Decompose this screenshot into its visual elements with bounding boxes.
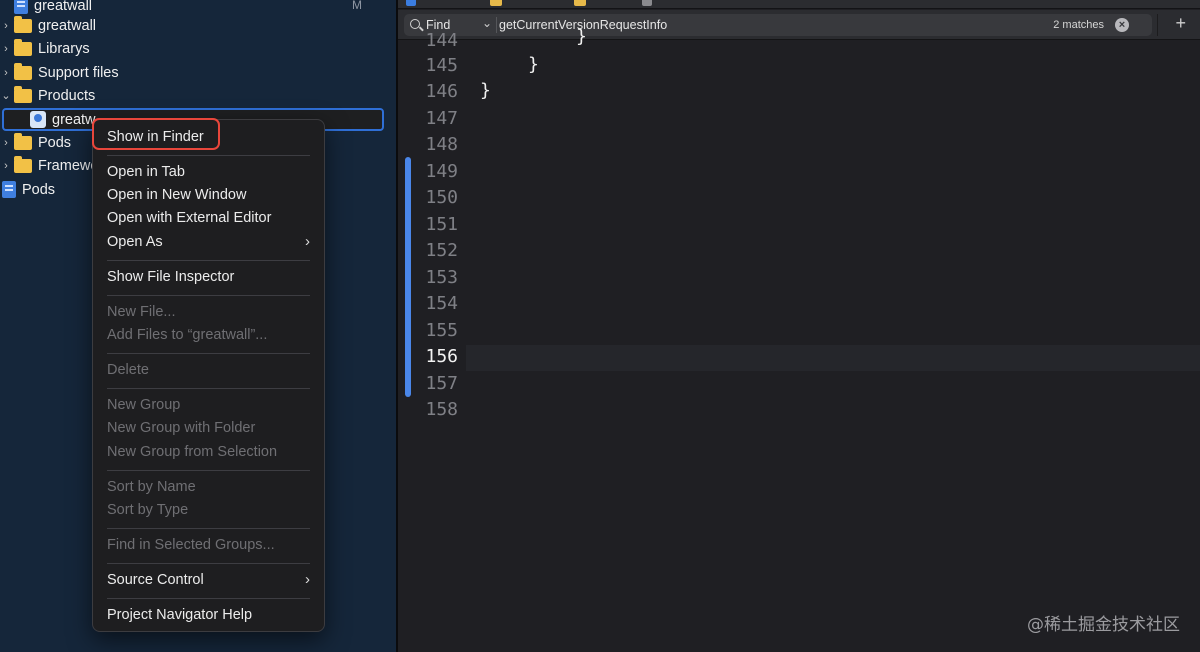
folder-icon bbox=[14, 62, 32, 80]
menu-item-label: Source Control bbox=[107, 572, 204, 588]
line-number: 150 bbox=[425, 187, 458, 208]
menu-item-sort-by-name: Sort by Name bbox=[107, 479, 196, 495]
line-number: 157 bbox=[425, 373, 458, 394]
code-line-146[interactable]: } bbox=[480, 80, 491, 101]
menu-item-new-group-with-folder: New Group with Folder bbox=[107, 420, 256, 436]
menu-item-project-navigator-help[interactable]: Project Navigator Help bbox=[107, 604, 310, 626]
chevron-down-icon[interactable]: ⌄ bbox=[482, 16, 492, 30]
menu-separator bbox=[107, 155, 310, 156]
nav-item-label: greatwall bbox=[38, 17, 97, 34]
app-icon bbox=[30, 111, 46, 128]
menu-item-sort-by-type: Sort by Type bbox=[107, 502, 189, 518]
menu-separator bbox=[107, 260, 310, 261]
nav-item-label: Products bbox=[38, 87, 96, 104]
change-indicator[interactable] bbox=[405, 157, 411, 397]
menu-item-new-file: New File... bbox=[107, 304, 176, 320]
match-count: 2 matches bbox=[1053, 19, 1104, 31]
menu-item-delete: Delete bbox=[107, 362, 149, 378]
watermark: @稀土掘金技术社区 bbox=[1027, 615, 1180, 635]
line-number: 148 bbox=[425, 134, 458, 155]
context-menu: Show in Finder Open in Tab Open in New W… bbox=[92, 119, 325, 632]
menu-separator bbox=[107, 528, 310, 529]
code-editor[interactable]: Find ⌄ getCurrentVersionRequestInfo 2 ma… bbox=[398, 0, 1200, 652]
folder-icon bbox=[14, 15, 32, 33]
clear-icon[interactable]: × bbox=[1115, 18, 1129, 32]
chevron-right-icon[interactable]: › bbox=[0, 43, 12, 55]
menu-separator bbox=[107, 388, 310, 389]
menu-separator bbox=[107, 470, 310, 471]
current-line-highlight bbox=[466, 345, 1200, 371]
menu-item-show-file-inspector[interactable]: Show File Inspector bbox=[107, 266, 310, 288]
menu-item-open-in-tab[interactable]: Open in Tab bbox=[107, 161, 310, 183]
jump-bar-folder-icon[interactable] bbox=[574, 0, 586, 6]
menu-item-label: Open As bbox=[107, 234, 163, 250]
modified-badge: M bbox=[352, 0, 362, 12]
submenu-arrow-icon: › bbox=[305, 233, 310, 250]
menu-item-new-group-from-selection: New Group from Selection bbox=[107, 444, 278, 460]
chevron-down-icon[interactable]: ⌄ bbox=[0, 89, 12, 102]
line-number: 155 bbox=[425, 320, 458, 341]
nav-item-label: Support files bbox=[38, 64, 119, 81]
code-line-145[interactable]: } bbox=[528, 54, 539, 75]
find-bar: Find ⌄ getCurrentVersionRequestInfo 2 ma… bbox=[398, 10, 1200, 40]
nav-item-greatwall-folder[interactable]: › greatwall bbox=[0, 14, 384, 37]
chevron-right-icon[interactable]: › bbox=[0, 160, 12, 172]
folder-icon bbox=[14, 132, 32, 150]
line-number: 151 bbox=[425, 214, 458, 235]
line-number: 154 bbox=[425, 293, 458, 314]
line-number: 146 bbox=[425, 81, 458, 102]
project-file-icon bbox=[2, 181, 16, 198]
nav-item-label: Pods bbox=[38, 134, 72, 151]
menu-separator bbox=[107, 598, 310, 599]
nav-item-products[interactable]: ⌄ Products bbox=[0, 84, 384, 107]
nav-item-librarys[interactable]: › Librarys bbox=[0, 37, 384, 60]
line-number: 152 bbox=[425, 240, 458, 261]
nav-item-label: greatw bbox=[52, 111, 96, 128]
nav-item-label: Pods bbox=[22, 181, 56, 198]
nav-item-label: greatwall bbox=[34, 0, 93, 14]
line-number: 145 bbox=[425, 55, 458, 76]
line-number: 153 bbox=[425, 267, 458, 288]
add-replace-button[interactable]: + bbox=[1175, 13, 1186, 34]
jump-bar-project-icon[interactable] bbox=[406, 0, 416, 6]
menu-separator bbox=[107, 353, 310, 354]
menu-item-source-control[interactable]: Source Control › bbox=[107, 569, 310, 591]
code-line-144[interactable]: } bbox=[576, 26, 587, 47]
chevron-right-icon[interactable]: › bbox=[0, 137, 12, 149]
jump-bar bbox=[398, 0, 1200, 9]
line-number: 149 bbox=[425, 161, 458, 182]
nav-item-label: Librarys bbox=[38, 40, 90, 57]
line-number: 147 bbox=[425, 108, 458, 129]
submenu-arrow-icon: › bbox=[305, 571, 310, 588]
menu-item-find-in-selected-groups: Find in Selected Groups... bbox=[107, 537, 275, 553]
folder-icon bbox=[14, 155, 32, 173]
menu-item-show-in-finder[interactable]: Show in Finder bbox=[107, 126, 310, 148]
nav-item-support-files[interactable]: › Support files bbox=[0, 61, 384, 84]
find-separator bbox=[496, 17, 497, 33]
search-icon bbox=[410, 19, 420, 29]
nav-item-label: Framewo bbox=[38, 157, 99, 174]
folder-icon bbox=[14, 38, 32, 56]
find-field[interactable]: Find ⌄ getCurrentVersionRequestInfo 2 ma… bbox=[404, 14, 1152, 36]
menu-separator bbox=[107, 295, 310, 296]
menu-item-open-as[interactable]: Open As › bbox=[107, 231, 310, 253]
chevron-right-icon[interactable]: › bbox=[0, 20, 12, 32]
menu-item-open-in-new-window[interactable]: Open in New Window bbox=[107, 184, 310, 206]
line-number: 144 bbox=[425, 30, 458, 51]
menu-item-open-with-external-editor[interactable]: Open with External Editor bbox=[107, 207, 310, 229]
project-file-icon bbox=[14, 0, 28, 14]
line-number-active: 156 bbox=[425, 346, 458, 367]
jump-bar-file-icon[interactable] bbox=[642, 0, 652, 6]
line-number: 158 bbox=[425, 399, 458, 420]
menu-item-new-group: New Group bbox=[107, 397, 181, 413]
jump-bar-folder-icon[interactable] bbox=[490, 0, 502, 6]
menu-separator bbox=[107, 563, 310, 564]
menu-item-add-files: Add Files to “greatwall”... bbox=[107, 327, 268, 343]
chevron-right-icon[interactable]: › bbox=[0, 67, 12, 79]
folder-icon bbox=[14, 85, 32, 103]
